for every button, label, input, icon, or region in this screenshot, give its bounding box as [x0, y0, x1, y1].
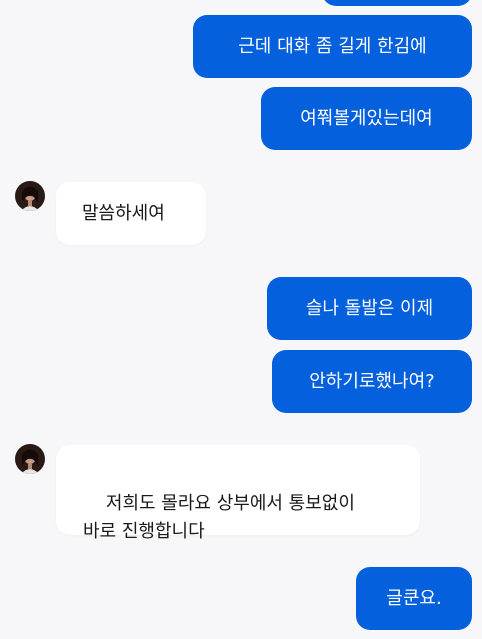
message-text: 슬나 돌발은 이제	[305, 297, 434, 319]
avatar-image	[15, 444, 45, 474]
avatar-image	[15, 181, 45, 211]
message-bubble-incoming[interactable]: 말씀하세여	[56, 182, 206, 245]
message-text: 글쿤요.	[386, 587, 442, 609]
chat-thread: 근데 대화 좀 길게 한김에 여쭤볼게있는데여 말씀하세여 슬나 돌발은 이제 …	[0, 0, 482, 639]
message-bubble-outgoing[interactable]: 안하기로했나여?	[272, 350, 472, 413]
message-text: 저희도 몰라요 상부에서 통보없이 바로 진행합니다	[83, 493, 355, 542]
message-bubble-outgoing[interactable]: 글쿤요.	[356, 567, 472, 630]
message-bubble-outgoing[interactable]: 여쭤볼게있는데여	[261, 87, 472, 150]
message-bubble-outgoing[interactable]: 근데 대화 좀 길게 한김에	[193, 15, 472, 78]
message-text: 여쭤볼게있는데여	[300, 107, 433, 129]
message-bubble-outgoing[interactable]: 슬나 돌발은 이제	[267, 277, 472, 340]
message-text: 근데 대화 좀 길게 한김에	[238, 35, 427, 57]
message-text: 안하기로했나여?	[309, 370, 435, 392]
message-bubble-outgoing[interactable]	[322, 0, 472, 6]
contact-avatar[interactable]	[15, 444, 45, 474]
message-bubble-incoming[interactable]: 저희도 몰라요 상부에서 통보없이 바로 진행합니다	[56, 445, 420, 542]
message-text: 말씀하세여	[82, 202, 165, 224]
contact-avatar[interactable]	[15, 181, 45, 211]
